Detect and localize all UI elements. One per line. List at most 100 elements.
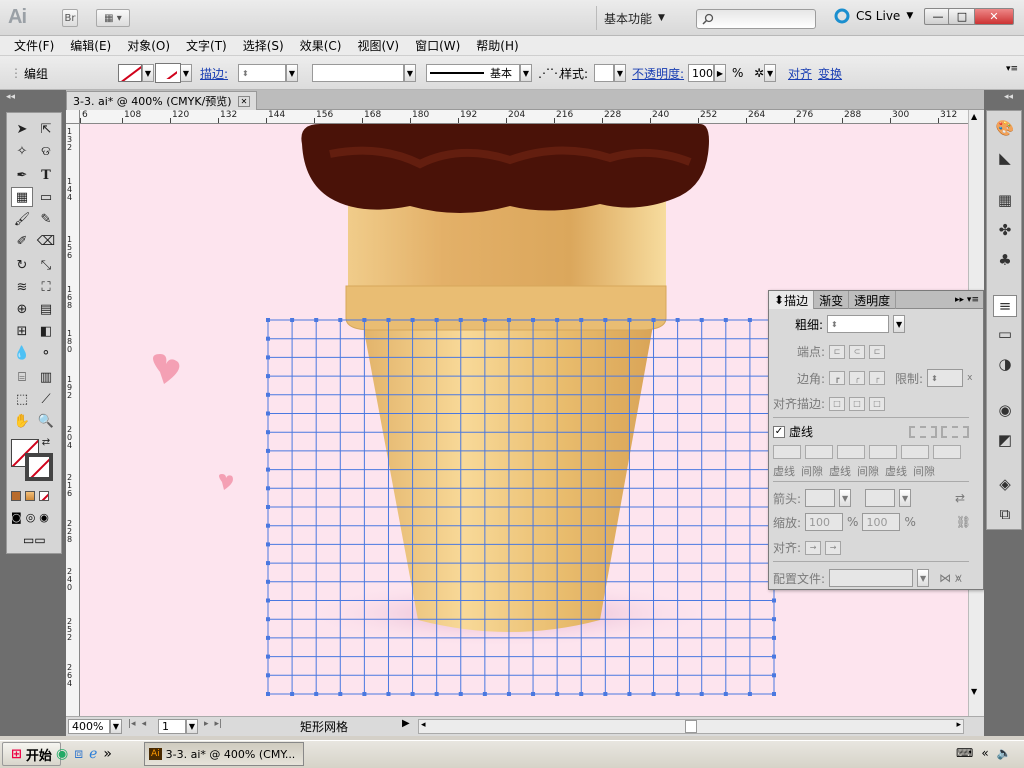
scroll-left-icon[interactable]: ◂ <box>421 720 426 730</box>
rectangle-tool-icon[interactable]: ▭ <box>35 187 57 207</box>
opacity-field[interactable]: 100 ▶ <box>688 62 726 84</box>
butt-cap-icon[interactable]: ⊏ <box>829 344 846 359</box>
blob-brush-tool-icon[interactable]: ✐ <box>11 231 33 251</box>
transparency-panel-icon[interactable]: ◑ <box>993 353 1017 375</box>
draw-behind-icon[interactable]: ◎ <box>26 511 36 524</box>
slice-tool-icon[interactable]: ⟋ <box>35 389 57 409</box>
draw-inside-icon[interactable]: ◉ <box>39 511 49 524</box>
align-inside-icon[interactable]: □ <box>849 396 866 411</box>
artboard-number-field[interactable]: 1 <box>158 719 186 734</box>
miter-join-icon[interactable]: ┏ <box>829 371 846 385</box>
bevel-join-icon[interactable]: ┌ <box>869 371 886 385</box>
media-player-icon[interactable]: ◉ <box>56 746 68 762</box>
vertical-ruler[interactable]: 132 144 156 168 180 192 204 216 228 240 … <box>66 124 80 716</box>
artboard-tool-icon[interactable]: ⬚ <box>11 389 33 409</box>
gradient-mode-icon[interactable] <box>25 491 35 501</box>
dash-field-2[interactable] <box>837 445 865 459</box>
artboard-dropdown-icon[interactable]: ▼ <box>186 719 198 734</box>
color-guide-icon[interactable]: ◣ <box>993 147 1017 169</box>
stroke-profile-field[interactable]: 基本 ▼ <box>426 62 532 84</box>
status-menu-icon[interactable]: ▶ <box>402 718 410 729</box>
arrow-extend-icon[interactable]: → <box>805 540 822 555</box>
color-mode-icon[interactable] <box>11 491 21 501</box>
collapse-tools-icon[interactable]: ◂◂ <box>6 92 15 102</box>
zoom-tool-icon[interactable]: 🔍 <box>35 411 57 431</box>
flip-across-icon[interactable]: ⩙ <box>955 571 962 586</box>
artboards-icon[interactable]: ⧉ <box>993 503 1017 525</box>
end-scale-field[interactable]: 100 <box>862 513 901 531</box>
arrow-place-icon[interactable]: → <box>825 540 842 555</box>
lasso-tool-icon[interactable]: ଡ <box>35 141 57 161</box>
dash-align-icon[interactable] <box>941 425 970 438</box>
brush-options-icon[interactable]: ⋰⋱ <box>538 62 562 84</box>
zoom-field[interactable]: 400% <box>68 719 110 734</box>
graphic-styles-icon[interactable]: ◩ <box>993 429 1017 451</box>
start-scale-field[interactable]: 100 <box>805 513 844 531</box>
hand-tool-icon[interactable]: ✋ <box>11 411 33 431</box>
appearance-icon[interactable]: ◉ <box>993 399 1017 421</box>
pen-tool-icon[interactable]: ✒ <box>11 165 33 185</box>
layers-icon[interactable]: ◈ <box>993 473 1017 495</box>
end-arrow-field[interactable] <box>865 489 896 507</box>
chevron-down-icon[interactable]: ▼ <box>893 315 906 333</box>
magic-wand-tool-icon[interactable]: ✧ <box>11 141 33 161</box>
screen-mode-icon[interactable]: ▭▭ <box>23 533 46 547</box>
gap-field-1[interactable] <box>805 445 833 459</box>
type-tool-icon[interactable]: T <box>35 165 57 185</box>
blend-tool-icon[interactable]: ⚬ <box>35 343 57 363</box>
tab-stroke[interactable]: ⬍ 描边 <box>769 291 815 309</box>
gradient-panel-icon[interactable]: ▭ <box>993 323 1017 345</box>
menu-view[interactable]: 视图(V) <box>349 37 407 54</box>
menu-window[interactable]: 窗口(W) <box>407 37 468 54</box>
paintbrush-tool-icon[interactable]: 🖌 <box>11 209 33 229</box>
eyedropper-tool-icon[interactable]: 💧 <box>11 343 33 363</box>
zoom-dropdown-icon[interactable]: ▼ <box>110 719 122 734</box>
panel-menu-icon[interactable]: ▸▸ ▾≡ <box>951 291 983 308</box>
fill-color-picker[interactable]: ▼ <box>118 62 154 84</box>
perspective-grid-tool-icon[interactable]: ▤ <box>35 299 57 319</box>
stroke-swatch-large[interactable] <box>25 453 53 481</box>
recolor-artwork-icon[interactable]: ✲ ▼ <box>754 62 777 84</box>
align-link[interactable]: 对齐 <box>788 62 812 84</box>
horizontal-scrollbar[interactable]: ◂ ▸ <box>418 719 964 734</box>
pencil-tool-icon[interactable]: ✎ <box>35 209 57 229</box>
eraser-tool-icon[interactable]: ⌫ <box>35 231 57 251</box>
scale-tool-icon[interactable]: ⤡ <box>35 255 57 275</box>
gradient-tool-icon[interactable]: ◧ <box>35 321 57 341</box>
scroll-right-icon[interactable]: ▸ <box>956 720 961 730</box>
bridge-button[interactable]: Br <box>62 9 78 27</box>
expand-panels-icon[interactable]: ◂◂ <box>1004 92 1013 102</box>
swap-fill-stroke-icon[interactable]: ⇄ <box>39 435 53 449</box>
search-input[interactable] <box>696 9 816 29</box>
gap-field-3[interactable] <box>933 445 961 459</box>
stroke-link[interactable]: 描边: <box>200 62 228 84</box>
dash-field-3[interactable] <box>901 445 929 459</box>
weight-field[interactable]: ⬍ <box>827 315 890 333</box>
tab-transparency[interactable]: 透明度 <box>849 291 897 309</box>
maximize-button[interactable]: □ <box>948 8 976 25</box>
draw-normal-icon[interactable]: ◙ <box>11 511 22 524</box>
menu-edit[interactable]: 编辑(E) <box>62 37 119 54</box>
square-cap-icon[interactable]: ⊏ <box>869 344 886 359</box>
graphic-style-picker[interactable]: ▼ <box>594 62 626 84</box>
menu-help[interactable]: 帮助(H) <box>468 37 526 54</box>
taskbar-illustrator-item[interactable]: Ai 3-3. ai* @ 400% (CMY... <box>144 742 304 766</box>
keyboard-icon[interactable]: ⌨ <box>956 746 973 760</box>
scroll-down-icon[interactable]: ▼ <box>971 687 977 696</box>
column-graph-tool-icon[interactable]: ▥ <box>35 367 57 387</box>
close-button[interactable]: ✕ <box>974 8 1014 25</box>
artboard-nav-prev[interactable]: |◂ ◂ <box>128 719 146 729</box>
symbols-icon[interactable]: ♣ <box>993 249 1017 271</box>
cs-live-menu[interactable]: CS Live ▼ <box>834 8 913 24</box>
round-cap-icon[interactable]: ⊂ <box>849 344 866 359</box>
variable-width-field[interactable]: ▼ <box>312 62 416 84</box>
selection-tool-icon[interactable]: ➤ <box>11 119 33 139</box>
dash-preserve-icon[interactable] <box>909 425 938 438</box>
warp-tool-icon[interactable]: ≋ <box>11 277 33 297</box>
menu-file[interactable]: 文件(F) <box>6 37 62 54</box>
rectangular-grid-tool-icon[interactable]: ▦ <box>11 187 33 207</box>
stroke-panel-icon[interactable]: ≡ <box>993 295 1017 317</box>
menu-effect[interactable]: 效果(C) <box>292 37 350 54</box>
menu-select[interactable]: 选择(S) <box>235 37 292 54</box>
shape-builder-tool-icon[interactable]: ⊕ <box>11 299 33 319</box>
